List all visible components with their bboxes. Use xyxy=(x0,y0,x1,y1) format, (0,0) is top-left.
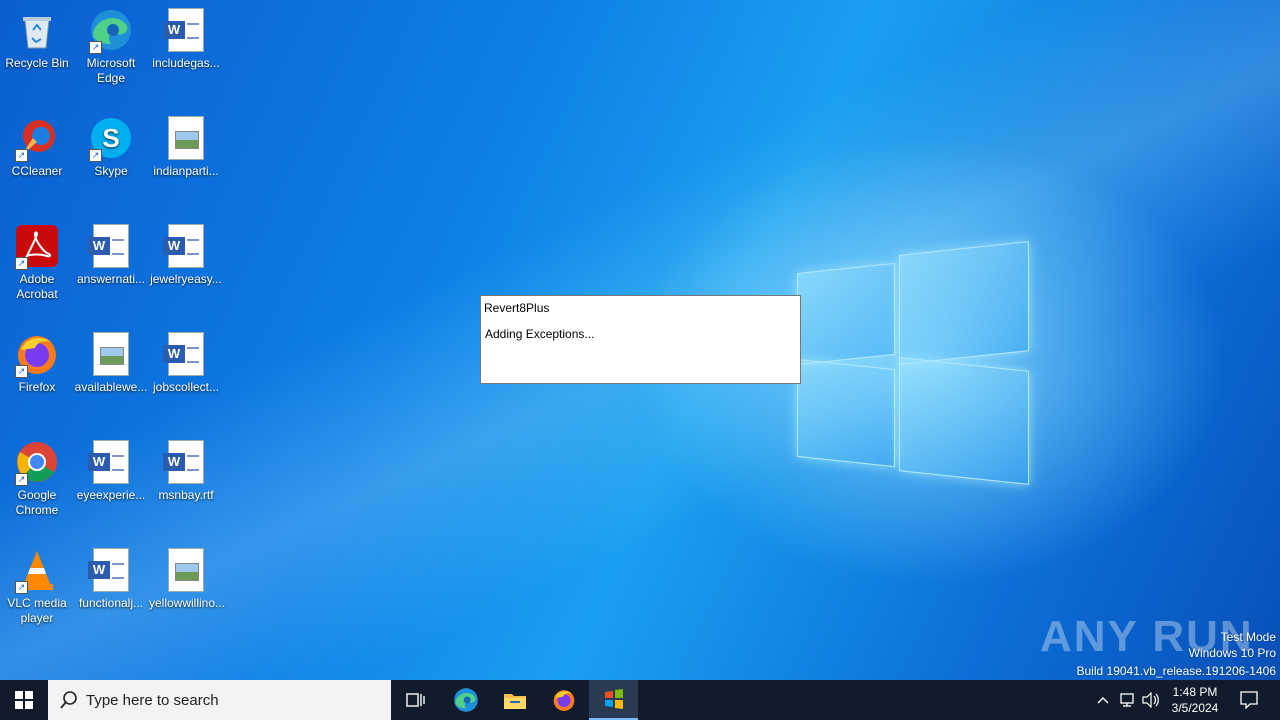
icon-label: Firefox xyxy=(18,380,56,394)
desktop-icon-recycle-bin[interactable]: Recycle Bin xyxy=(0,2,74,71)
desktop-icon-jewelryeasy[interactable]: W jewelryeasy... xyxy=(149,218,223,287)
desktop-icon-jobscollect[interactable]: W jobscollect... xyxy=(149,326,223,395)
image-file-icon xyxy=(164,548,208,592)
skype-icon: S ↗ xyxy=(89,116,133,162)
desktop-icon-includegas[interactable]: W includegas... xyxy=(149,2,223,71)
start-button[interactable] xyxy=(0,680,48,720)
icon-label: jewelryeasy... xyxy=(150,272,222,286)
firefox-icon: ↗ xyxy=(15,332,59,378)
desktop-icon-microsoft-edge[interactable]: ↗ Microsoft Edge xyxy=(74,2,148,86)
desktop-icon-functionalj[interactable]: W functionalj... xyxy=(74,542,148,611)
build-text: Build 19041.vb_release.191206-1406 xyxy=(1076,664,1277,678)
desktop-icon-answernati[interactable]: W answernati... xyxy=(74,218,148,287)
task-view-icon xyxy=(406,693,425,707)
icon-label: eyeexperie... xyxy=(76,488,146,502)
icon-label: Recycle Bin xyxy=(5,56,69,70)
taskbar-edge[interactable] xyxy=(442,680,490,720)
recycle-bin-icon xyxy=(15,8,59,52)
taskbar-search-box[interactable]: Type here to search xyxy=(48,680,391,720)
desktop-icon-yellowwillino[interactable]: yellowwillino... xyxy=(149,542,226,611)
desktop-icon-vlc[interactable]: ↗ VLC media player xyxy=(0,542,74,626)
clock[interactable]: 1:48 PM 3/5/2024 xyxy=(1166,680,1224,720)
desktop-icon-msnbay[interactable]: W msnbay.rtf xyxy=(149,434,223,503)
desktop-icon-firefox[interactable]: ↗ Firefox xyxy=(0,326,74,395)
desktop-icon-adobe-acrobat[interactable]: ↗ Adobe Acrobat xyxy=(0,218,74,302)
desktop-icon-skype[interactable]: S ↗ Skype xyxy=(74,110,148,179)
icon-label: CCleaner xyxy=(11,164,63,178)
folder-icon xyxy=(504,694,526,709)
network-button[interactable] xyxy=(1116,680,1138,720)
show-hidden-icons-button[interactable] xyxy=(1092,680,1114,720)
taskbar: Type here to search 1:48 PM 3/5/2024 xyxy=(0,680,1280,720)
acrobat-icon: ↗ xyxy=(15,224,59,270)
test-mode-text: Test Mode xyxy=(1220,630,1276,644)
word-doc-icon: W xyxy=(163,440,208,484)
search-placeholder: Type here to search xyxy=(86,691,219,709)
svg-text:S: S xyxy=(102,123,119,153)
volume-button[interactable] xyxy=(1140,680,1162,720)
icon-label: yellowwillino... xyxy=(149,596,226,610)
clock-time: 1:48 PM xyxy=(1172,685,1218,699)
icon-label: Microsoft Edge xyxy=(86,56,136,85)
search-icon xyxy=(60,691,77,709)
icon-label: Adobe Acrobat xyxy=(16,272,58,301)
image-file-icon xyxy=(164,116,208,160)
icon-label: jobscollect... xyxy=(152,380,220,394)
word-doc-icon: W xyxy=(163,8,208,52)
windows-edition-text: Windows 10 Pro xyxy=(1188,646,1276,660)
desktop[interactable]: Recycle Bin ↗ CCleaner ↗ Adobe Acrobat ↗… xyxy=(0,0,1280,680)
network-icon xyxy=(1120,693,1134,707)
word-doc-icon: W xyxy=(163,332,208,376)
vlc-icon: ↗ xyxy=(15,548,59,594)
dialog-message: Adding Exceptions... xyxy=(485,327,595,341)
dialog-title: Revert8Plus xyxy=(484,301,550,315)
icon-label: indianparti... xyxy=(153,164,219,178)
icon-label: includegas... xyxy=(152,56,220,70)
edge-icon: ↗ xyxy=(89,8,133,54)
desktop-icon-availablewe[interactable]: availablewe... xyxy=(74,326,148,395)
icon-label: msnbay.rtf xyxy=(158,488,214,502)
speaker-icon xyxy=(1142,692,1159,708)
windows-start-icon xyxy=(15,691,33,709)
image-file-icon xyxy=(89,332,133,376)
desktop-icon-ccleaner[interactable]: ↗ CCleaner xyxy=(0,110,74,179)
desktop-icon-google-chrome[interactable]: ↗ Google Chrome xyxy=(0,434,74,518)
taskbar-revert8plus-app[interactable] xyxy=(589,680,638,720)
taskbar-file-explorer[interactable] xyxy=(491,680,539,720)
notifications-button[interactable] xyxy=(1234,680,1264,720)
taskbar-firefox[interactable] xyxy=(540,680,588,720)
icon-label: answernati... xyxy=(76,272,146,286)
word-doc-icon: W xyxy=(163,224,208,268)
desktop-icon-eyeexperie[interactable]: W eyeexperie... xyxy=(74,434,148,503)
desktop-icon-indianparti[interactable]: indianparti... xyxy=(149,110,223,179)
ccleaner-icon: ↗ xyxy=(15,116,59,162)
icon-label: availablewe... xyxy=(74,380,148,394)
icon-label: functionalj... xyxy=(78,596,144,610)
windows-flag-icon xyxy=(604,689,623,709)
chevron-up-icon xyxy=(1097,697,1109,704)
windows-wallpaper-logo xyxy=(795,240,1030,485)
icon-label: Google Chrome xyxy=(15,488,59,517)
word-doc-icon: W xyxy=(88,440,133,484)
icon-label: VLC media player xyxy=(7,596,67,625)
word-doc-icon: W xyxy=(88,548,133,592)
revert8plus-dialog[interactable]: Revert8Plus Adding Exceptions... xyxy=(480,295,801,384)
clock-date: 3/5/2024 xyxy=(1171,701,1219,715)
word-doc-icon: W xyxy=(88,224,133,268)
notification-icon xyxy=(1240,691,1258,709)
firefox-icon xyxy=(553,690,575,711)
chrome-icon: ↗ xyxy=(15,440,59,486)
icon-label: Skype xyxy=(94,164,128,178)
task-view-button[interactable] xyxy=(392,680,440,720)
edge-icon xyxy=(454,688,478,712)
